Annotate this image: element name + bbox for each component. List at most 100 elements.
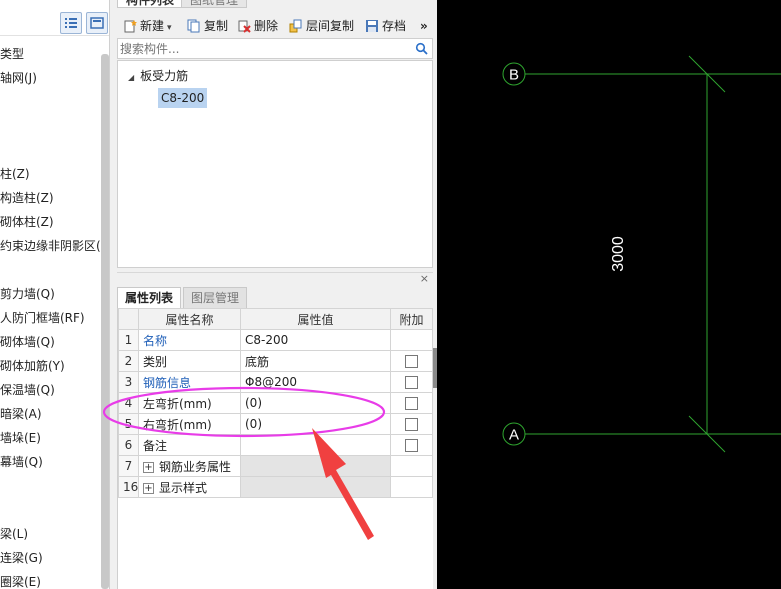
module-tree-panel: 类型 轴网(J) 柱(Z) 构造柱(Z) 砌体柱(Z) 约束边缘非阴影区(Z 剪… xyxy=(0,0,110,589)
property-value[interactable]: 底筋 xyxy=(240,350,391,372)
tree-item-type[interactable]: 类型 xyxy=(0,46,24,62)
tree-item-wall-pier[interactable]: 墙垛(E) xyxy=(0,430,41,446)
expand-icon[interactable]: + xyxy=(143,482,154,494)
tree-item-masonry-wall[interactable]: 砌体墙(Q) xyxy=(0,334,55,350)
property-value[interactable]: (0) xyxy=(240,392,391,414)
component-panel: 构件列表 图纸管理 新建 ▾ 复制 删除 层间复制 存档 » 搜索构件... ◢… xyxy=(117,0,433,589)
property-group-label: 钢筋业务属性 xyxy=(159,459,232,474)
header-index xyxy=(118,308,139,330)
floor-copy-icon xyxy=(289,19,302,32)
tree-group-slab-rebar[interactable]: ◢ 板受力筋 xyxy=(128,67,188,84)
tree-item-selected-component[interactable]: C8-200 xyxy=(158,88,208,108)
header-value: 属性值 xyxy=(240,308,391,330)
expand-icon[interactable]: + xyxy=(143,461,154,473)
row-index: 16 xyxy=(118,476,139,498)
extra-checkbox[interactable] xyxy=(405,355,418,368)
property-extra-empty xyxy=(390,476,433,498)
tree-item-insulation-wall[interactable]: 保温墙(Q) xyxy=(0,382,55,398)
tree-item-coupling-beam[interactable]: 连梁(G) xyxy=(0,550,43,566)
new-label: 新建 xyxy=(140,19,165,33)
close-icon[interactable]: × xyxy=(420,272,429,285)
property-value-empty xyxy=(240,476,391,498)
icon-view-button[interactable] xyxy=(86,12,108,34)
tree-item-column[interactable]: 柱(Z) xyxy=(0,166,30,182)
tree-item-constructional-column[interactable]: 构造柱(Z) xyxy=(0,190,54,206)
extra-checkbox[interactable] xyxy=(405,418,418,431)
dimension-text: 3000 xyxy=(610,236,627,272)
module-tree-scrollbar[interactable] xyxy=(101,54,109,589)
property-name-link[interactable]: 钢筋信息 xyxy=(138,371,241,393)
extra-checkbox[interactable] xyxy=(405,397,418,410)
extra-cell xyxy=(390,413,433,435)
property-group-label: 显示样式 xyxy=(159,480,208,495)
header-extra: 附加 xyxy=(390,308,433,330)
extra-checkbox[interactable] xyxy=(405,439,418,452)
property-value[interactable] xyxy=(240,434,391,456)
tree-item-ring-beam[interactable]: 圈梁(E) xyxy=(0,574,41,589)
property-name-link[interactable]: 名称 xyxy=(138,329,241,351)
save-button[interactable]: 存档 xyxy=(365,16,406,36)
drawing-svg: B A 3000 xyxy=(502,55,781,453)
collapse-triangle-icon[interactable]: ◢ xyxy=(128,73,134,82)
table-row[interactable]: 3 钢筋信息 Φ8@200 xyxy=(118,371,433,393)
search-input[interactable] xyxy=(120,40,410,57)
more-tools-button[interactable]: » xyxy=(420,16,428,36)
property-value[interactable]: Φ8@200 xyxy=(240,371,391,393)
table-row[interactable]: 4 左弯折(mm) (0) xyxy=(118,392,433,414)
property-value[interactable]: C8-200 xyxy=(240,329,391,351)
floor-copy-button[interactable]: 层间复制 xyxy=(289,16,354,36)
tree-item-shear-wall[interactable]: 剪力墙(Q) xyxy=(0,286,55,302)
row-index: 5 xyxy=(118,413,139,435)
properties-grid: 属性名称 属性值 附加 1 名称 C8-200 2 类别 底筋 3 钢筋信息 Φ… xyxy=(117,308,433,589)
property-value[interactable]: (0) xyxy=(240,413,391,435)
tree-item-curtain-wall[interactable]: 幕墙(Q) xyxy=(0,454,43,470)
tab-properties-list[interactable]: 属性列表 xyxy=(117,287,182,308)
axis-label-a: A xyxy=(509,427,519,444)
component-toolbar: 新建 ▾ 复制 删除 层间复制 存档 » xyxy=(117,14,433,38)
delete-button[interactable]: 删除 xyxy=(237,16,278,36)
row-index: 4 xyxy=(118,392,139,414)
tree-item-masonry-column[interactable]: 砌体柱(Z) xyxy=(0,214,54,230)
panel-divider: × xyxy=(117,272,433,286)
tree-item-civil-defense-wall[interactable]: 人防门框墙(RF) xyxy=(0,310,85,326)
row-index: 2 xyxy=(118,350,139,372)
tab-component-list[interactable]: 构件列表 xyxy=(117,0,184,8)
table-row[interactable]: 7 + 钢筋业务属性 xyxy=(118,455,433,477)
search-icon[interactable] xyxy=(415,42,428,55)
tree-item-axis[interactable]: 轴网(J) xyxy=(0,70,37,86)
component-search[interactable] xyxy=(117,38,433,59)
copy-button[interactable]: 复制 xyxy=(187,16,228,36)
table-row[interactable]: 1 名称 C8-200 xyxy=(118,329,433,351)
row-index: 7 xyxy=(118,455,139,477)
property-value-empty xyxy=(240,455,391,477)
tab-drawing-management[interactable]: 图纸管理 xyxy=(181,0,248,8)
table-row[interactable]: 16 + 显示样式 xyxy=(118,476,433,498)
drawing-canvas[interactable]: B A 3000 xyxy=(437,0,781,589)
copy-icon xyxy=(187,19,200,32)
copy-label: 复制 xyxy=(204,19,229,33)
tree-item-masonry-reinforcement[interactable]: 砌体加筋(Y) xyxy=(0,358,65,374)
tree-item-edge-zone[interactable]: 约束边缘非阴影区(Z xyxy=(0,238,109,254)
extra-cell xyxy=(390,392,433,414)
save-icon xyxy=(366,19,378,32)
property-group[interactable]: + 钢筋业务属性 xyxy=(138,455,241,477)
extra-checkbox[interactable] xyxy=(405,376,418,389)
list-view-button[interactable] xyxy=(60,12,82,34)
properties-table: 属性名称 属性值 附加 1 名称 C8-200 2 类别 底筋 3 钢筋信息 Φ… xyxy=(118,308,433,498)
table-row[interactable]: 2 类别 底筋 xyxy=(118,350,433,372)
properties-tabs: 属性列表 图层管理 xyxy=(117,287,433,308)
icon-view-icon xyxy=(90,17,104,29)
table-row[interactable]: 6 备注 xyxy=(118,434,433,456)
extra-cell xyxy=(390,371,433,393)
tab-layer-management[interactable]: 图层管理 xyxy=(183,287,248,308)
tree-item-hidden-beam[interactable]: 暗梁(A) xyxy=(0,406,42,422)
save-label: 存档 xyxy=(382,19,407,33)
new-button[interactable]: 新建 ▾ xyxy=(123,16,172,36)
property-extra-empty xyxy=(390,455,433,477)
property-extra-empty xyxy=(390,329,433,351)
tree-item-beam[interactable]: 梁(L) xyxy=(0,526,28,542)
delete-icon xyxy=(238,20,251,33)
list-view-icon xyxy=(65,18,77,28)
table-row[interactable]: 5 右弯折(mm) (0) xyxy=(118,413,433,435)
property-group[interactable]: + 显示样式 xyxy=(138,476,241,498)
